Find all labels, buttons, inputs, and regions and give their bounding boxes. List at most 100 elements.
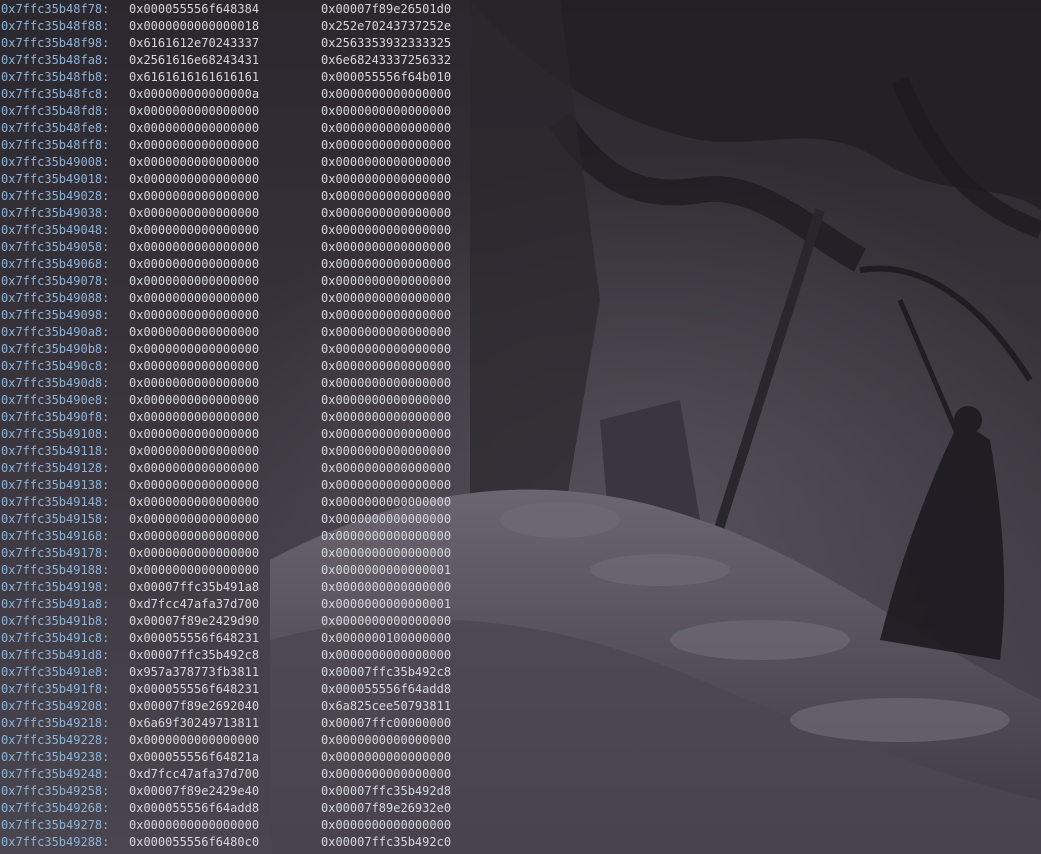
memory-value-1: 0x0000000000000018: [129, 19, 260, 33]
memory-value-2: 0x2563353932333325: [321, 36, 452, 50]
address-cell: 0x7ffc35b48fc8:: [1, 86, 109, 103]
address-cell: 0x7ffc35b49118:: [1, 443, 109, 460]
address-cell: 0x7ffc35b49028:: [1, 188, 109, 205]
address-cell: 0x7ffc35b49138:: [1, 477, 109, 494]
memory-row: 0x7ffc35b48f98: 0x6161612e70243337 0x25633…: [0, 35, 1041, 52]
memory-row: 0x7ffc35b49278: 0x0000000000000000 0x00000…: [0, 817, 1041, 834]
memory-row: 0x7ffc35b491d8: 0x00007ffc35b492c8 0x00000…: [0, 647, 1041, 664]
address-separator: :: [102, 104, 110, 118]
memory-row: 0x7ffc35b49048: 0x0000000000000000 0x00000…: [0, 222, 1041, 239]
memory-value-2: 0x6e68243337256332: [321, 53, 452, 67]
address-separator: :: [102, 563, 110, 577]
address-separator: :: [102, 818, 110, 832]
memory-row: 0x7ffc35b49008: 0x0000000000000000 0x00000…: [0, 154, 1041, 171]
address-cell: 0x7ffc35b49188:: [1, 562, 109, 579]
memory-row: 0x7ffc35b49148: 0x0000000000000000 0x00000…: [0, 494, 1041, 511]
address-cell: 0x7ffc35b48ff8:: [1, 137, 109, 154]
address-separator: :: [102, 410, 110, 424]
address-separator: :: [102, 274, 110, 288]
memory-row: 0x7ffc35b49288: 0x000055556f6480c0 0x00007…: [0, 834, 1041, 851]
memory-value-2: 0x0000000000000000: [321, 767, 452, 781]
memory-row: 0x7ffc35b491e8: 0x957a378773fb3811 0x00007…: [0, 664, 1041, 681]
memory-address: 0x7ffc35b49268: [1, 801, 103, 815]
memory-value-1: 0x0000000000000000: [129, 359, 260, 373]
address-separator: :: [102, 784, 110, 798]
memory-value-2: 0x0000000000000000: [321, 733, 452, 747]
memory-address: 0x7ffc35b490f8: [1, 410, 103, 424]
memory-address: 0x7ffc35b48fa8: [1, 53, 103, 67]
memory-value-1: 0x0000000000000000: [129, 546, 260, 560]
memory-row: 0x7ffc35b491f8: 0x000055556f648231 0x00005…: [0, 681, 1041, 698]
memory-row: 0x7ffc35b490e8: 0x0000000000000000 0x00000…: [0, 392, 1041, 409]
memory-address: 0x7ffc35b49048: [1, 223, 103, 237]
memory-row: 0x7ffc35b48fe8: 0x0000000000000000 0x00000…: [0, 120, 1041, 137]
memory-value-1: 0x00007f89e2429e40: [129, 784, 260, 798]
address-separator: :: [102, 155, 110, 169]
memory-address: 0x7ffc35b49018: [1, 172, 103, 186]
memory-value-1: 0x0000000000000000: [129, 410, 260, 424]
address-separator: :: [102, 19, 110, 33]
address-separator: :: [102, 801, 110, 815]
memory-row: 0x7ffc35b49218: 0x6a69f30249713811 0x00007…: [0, 715, 1041, 732]
memory-value-2: 0x00007ffc00000000: [321, 716, 452, 730]
address-cell: 0x7ffc35b49278:: [1, 817, 109, 834]
memory-value-2: 0x0000000000000000: [321, 461, 452, 475]
memory-value-2: 0x0000000000000000: [321, 172, 452, 186]
memory-value-1: 0x0000000000000000: [129, 189, 260, 203]
memory-value-2: 0x0000000000000000: [321, 427, 452, 441]
memory-value-1: 0x0000000000000000: [129, 240, 260, 254]
memory-address: 0x7ffc35b48fd8: [1, 104, 103, 118]
memory-value-2: 0x0000000000000000: [321, 308, 452, 322]
memory-value-1: 0x0000000000000000: [129, 393, 260, 407]
memory-value-2: 0x0000000000000000: [321, 614, 452, 628]
memory-row: 0x7ffc35b49238: 0x000055556f64821a 0x00000…: [0, 749, 1041, 766]
memory-value-1: 0x0000000000000000: [129, 274, 260, 288]
memory-value-1: 0x0000000000000000: [129, 138, 260, 152]
address-cell: 0x7ffc35b491b8:: [1, 613, 109, 630]
memory-address: 0x7ffc35b49198: [1, 580, 103, 594]
memory-value-1: 0x0000000000000000: [129, 444, 260, 458]
memory-value-1: 0x2561616e68243431: [129, 53, 260, 67]
address-separator: :: [102, 172, 110, 186]
address-cell: 0x7ffc35b49178:: [1, 545, 109, 562]
memory-value-2: 0x0000000000000001: [321, 563, 452, 577]
address-cell: 0x7ffc35b491c8:: [1, 630, 109, 647]
memory-value-1: 0xd7fcc47afa37d700: [129, 767, 260, 781]
memory-value-2: 0x0000000000000000: [321, 240, 452, 254]
memory-row: 0x7ffc35b49268: 0x000055556f64add8 0x00007…: [0, 800, 1041, 817]
memory-row: 0x7ffc35b49228: 0x0000000000000000 0x00000…: [0, 732, 1041, 749]
memory-row: 0x7ffc35b490c8: 0x0000000000000000 0x00000…: [0, 358, 1041, 375]
memory-address: 0x7ffc35b49038: [1, 206, 103, 220]
memory-row: 0x7ffc35b49068: 0x0000000000000000 0x00000…: [0, 256, 1041, 273]
address-cell: 0x7ffc35b48f78:: [1, 1, 109, 18]
address-separator: :: [102, 546, 110, 560]
memory-value-2: 0x00007ffc35b492c0: [321, 835, 452, 849]
address-cell: 0x7ffc35b49208:: [1, 698, 109, 715]
address-cell: 0x7ffc35b49288:: [1, 834, 109, 851]
memory-value-1: 0x0000000000000000: [129, 308, 260, 322]
memory-value-1: 0x000055556f648231: [129, 631, 260, 645]
memory-address: 0x7ffc35b49168: [1, 529, 103, 543]
address-cell: 0x7ffc35b49158:: [1, 511, 109, 528]
memory-address: 0x7ffc35b49238: [1, 750, 103, 764]
address-cell: 0x7ffc35b490d8:: [1, 375, 109, 392]
memory-value-2: 0x0000000000000000: [321, 546, 452, 560]
memory-value-2: 0x0000000000000000: [321, 189, 452, 203]
memory-row: 0x7ffc35b49098: 0x0000000000000000 0x00000…: [0, 307, 1041, 324]
memory-address: 0x7ffc35b491a8: [1, 597, 103, 611]
address-cell: 0x7ffc35b49148:: [1, 494, 109, 511]
memory-value-2: 0x00007ffc35b492d8: [321, 784, 452, 798]
address-separator: :: [102, 206, 110, 220]
memory-address: 0x7ffc35b49258: [1, 784, 103, 798]
memory-value-2: 0x0000000000000000: [321, 529, 452, 543]
address-separator: :: [102, 444, 110, 458]
address-separator: :: [102, 325, 110, 339]
memory-value-1: 0x00007f89e2692040: [129, 699, 260, 713]
address-separator: :: [102, 750, 110, 764]
address-cell: 0x7ffc35b49168:: [1, 528, 109, 545]
memory-address: 0x7ffc35b490a8: [1, 325, 103, 339]
memory-value-1: 0x0000000000000000: [129, 342, 260, 356]
memory-address: 0x7ffc35b49288: [1, 835, 103, 849]
address-separator: :: [102, 36, 110, 50]
memory-address: 0x7ffc35b48f98: [1, 36, 103, 50]
